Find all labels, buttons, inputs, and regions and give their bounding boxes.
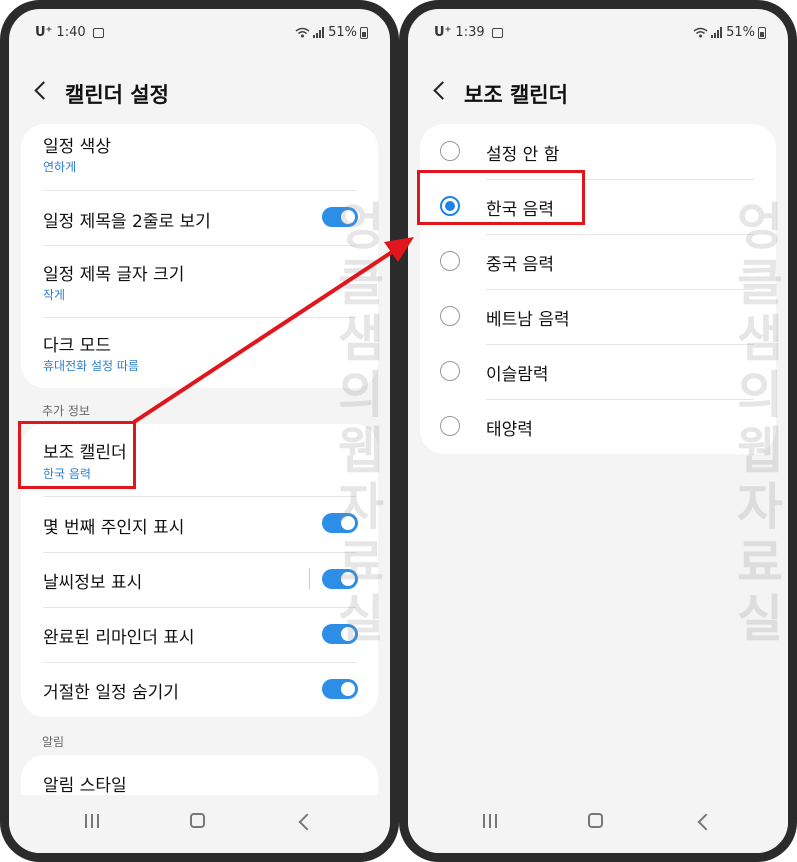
annotation-arrow	[132, 237, 414, 424]
